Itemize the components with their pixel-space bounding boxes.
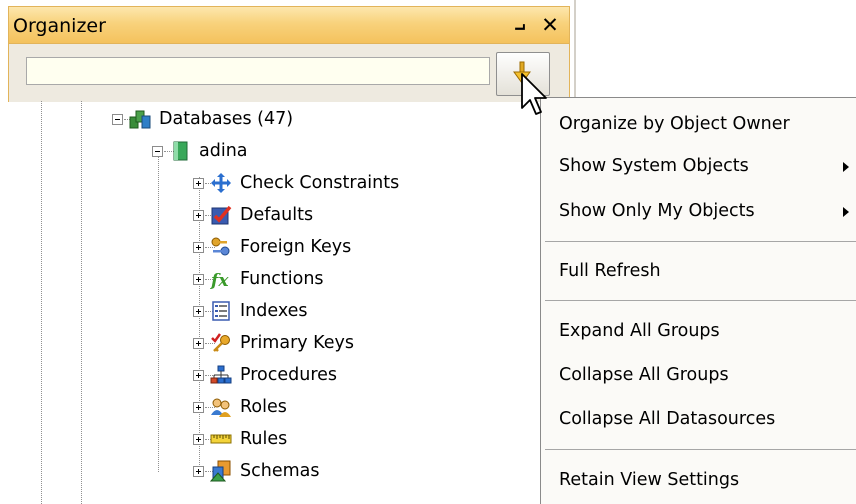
collapse-toggle[interactable]: [112, 113, 123, 125]
tree-node-label: Primary Keys: [240, 333, 355, 353]
expand-toggle[interactable]: [193, 337, 204, 349]
primary-keys-icon: [211, 333, 230, 352]
roles-icon: [211, 398, 231, 417]
menu-item-show-system-objects[interactable]: Show System Objects: [559, 156, 749, 176]
organize-context-menu: Organize by Object Owner Show System Obj…: [540, 97, 856, 504]
database-cylinder-icon: [173, 141, 188, 161]
expand-toggle[interactable]: [193, 401, 204, 413]
tree-node-label: Foreign Keys: [240, 237, 352, 257]
expand-toggle[interactable]: [193, 209, 204, 221]
menu-item-full-refresh[interactable]: Full Refresh: [559, 261, 661, 281]
panel-titlebar: Organizer ⨼ ✕: [8, 6, 570, 44]
expand-toggle[interactable]: [193, 273, 204, 285]
submenu-arrow-icon: [843, 207, 849, 217]
menu-item-retain-view-settings[interactable]: Retain View Settings: [559, 470, 739, 490]
tree-node-label: Schemas: [240, 461, 320, 481]
tree-node-roles[interactable]: Roles: [193, 394, 287, 420]
tree-node-label: Rules: [240, 429, 288, 449]
expand-toggle[interactable]: [193, 369, 204, 381]
object-tree: Databases (47) adina Check Constraints D…: [26, 101, 564, 504]
tree-node-label: Functions: [240, 269, 324, 289]
menu-item-collapse-all-datasources[interactable]: Collapse All Datasources: [559, 409, 775, 429]
databases-icon: [129, 110, 151, 129]
tree-node-foreign-keys[interactable]: Foreign Keys: [193, 234, 351, 260]
tree-node-label: Databases (47): [159, 109, 294, 129]
collapse-toggle[interactable]: [152, 145, 163, 157]
tree-guide-line: [81, 101, 82, 504]
rules-icon: [210, 434, 232, 444]
tree-node-label: adina: [199, 141, 248, 161]
pin-icon[interactable]: ⨼: [509, 13, 531, 37]
expand-toggle[interactable]: [193, 433, 204, 445]
foreign-keys-icon: [211, 237, 230, 256]
indexes-icon: [212, 301, 230, 321]
close-icon[interactable]: ✕: [539, 13, 561, 37]
tree-node-procedures[interactable]: Procedures: [193, 362, 337, 388]
procedures-icon: [210, 365, 232, 384]
svg-text:fx: fx: [210, 271, 229, 290]
schemas-icon: [210, 460, 231, 482]
menu-item-organize-by-object-owner[interactable]: Organize by Object Owner: [559, 114, 790, 134]
functions-icon: fx: [210, 271, 229, 290]
tree-node-databases[interactable]: Databases (47): [112, 106, 293, 132]
menu-item-show-only-my-objects[interactable]: Show Only My Objects: [559, 201, 755, 221]
tree-node-indexes[interactable]: Indexes: [193, 298, 308, 324]
tree-node-label: Check Constraints: [240, 173, 400, 193]
expand-toggle[interactable]: [193, 241, 204, 253]
menu-separator: [545, 241, 856, 242]
tree-node-primary-keys[interactable]: Primary Keys: [193, 330, 354, 356]
menu-separator: [545, 449, 856, 450]
submenu-arrow-icon: [843, 162, 849, 172]
expand-toggle[interactable]: [193, 177, 204, 189]
search-input[interactable]: [26, 57, 490, 85]
panel-title: Organizer: [13, 15, 106, 37]
tree-node-check-constraints[interactable]: Check Constraints: [193, 170, 399, 196]
tree-node-functions[interactable]: fx Functions: [193, 266, 324, 292]
expand-toggle[interactable]: [193, 465, 204, 477]
expand-toggle[interactable]: [193, 305, 204, 317]
menu-item-expand-all-groups[interactable]: Expand All Groups: [559, 321, 720, 341]
menu-separator: [545, 300, 856, 301]
tree-node-rules[interactable]: Rules: [193, 426, 287, 452]
mouse-pointer-icon: [521, 73, 547, 115]
menu-item-collapse-all-groups[interactable]: Collapse All Groups: [559, 365, 729, 385]
organizer-panel: Organizer ⨼ ✕ Databases (47) adina Check…: [0, 0, 574, 504]
check-constraints-icon: [211, 173, 231, 193]
tree-node-database[interactable]: adina: [152, 138, 248, 164]
tree-guide-line: [41, 101, 42, 504]
tree-guide-line: [158, 147, 159, 472]
tree-node-label: Defaults: [240, 205, 314, 225]
tree-node-label: Indexes: [240, 301, 308, 321]
tree-node-label: Procedures: [240, 365, 338, 385]
tree-node-schemas[interactable]: Schemas: [193, 458, 319, 484]
tree-node-label: Roles: [240, 397, 287, 417]
tree-node-defaults[interactable]: Defaults: [193, 202, 313, 228]
defaults-icon: [211, 205, 232, 225]
